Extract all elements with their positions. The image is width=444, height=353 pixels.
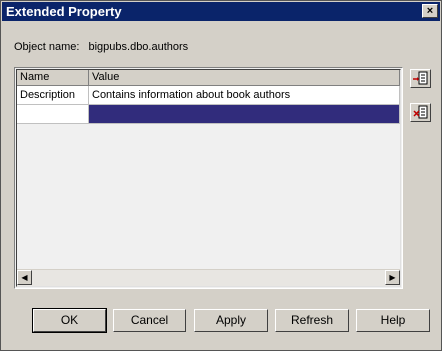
scroll-left-icon[interactable]: ◀: [17, 270, 32, 285]
title-bar[interactable]: Extended Property ×: [2, 2, 440, 21]
delete-property-icon: [413, 105, 428, 119]
cancel-button[interactable]: Cancel: [113, 309, 186, 332]
extended-property-dialog: Extended Property × Object name: bigpubs…: [0, 0, 442, 351]
table-row[interactable]: Description Contains information about b…: [17, 86, 400, 105]
window-title: Extended Property: [6, 4, 122, 19]
refresh-button[interactable]: Refresh: [275, 309, 349, 332]
property-value-cell-selected[interactable]: [89, 105, 400, 124]
column-header-value[interactable]: Value: [89, 70, 400, 86]
scroll-right-icon[interactable]: ▶: [385, 270, 400, 285]
add-property-icon: [413, 71, 428, 85]
object-name: Object name: bigpubs.dbo.authors: [14, 41, 188, 53]
object-name-value: bigpubs.dbo.authors: [88, 41, 189, 53]
property-value-cell[interactable]: Contains information about book authors: [89, 86, 400, 105]
properties-grid: Name Value Description Contains informat…: [14, 67, 403, 289]
apply-button[interactable]: Apply: [194, 309, 268, 332]
delete-property-button[interactable]: [410, 103, 431, 122]
close-icon[interactable]: ×: [422, 4, 438, 18]
property-name-cell-empty[interactable]: [17, 105, 89, 124]
ok-button[interactable]: OK: [32, 308, 107, 333]
column-header-name[interactable]: Name: [17, 70, 89, 86]
horizontal-scrollbar[interactable]: ◀ ▶: [17, 269, 400, 286]
object-name-label: Object name:: [14, 41, 80, 53]
property-name-cell[interactable]: Description: [17, 86, 89, 105]
table-row-new[interactable]: [17, 105, 400, 124]
help-button[interactable]: Help: [356, 309, 430, 332]
add-property-button[interactable]: [410, 69, 431, 88]
